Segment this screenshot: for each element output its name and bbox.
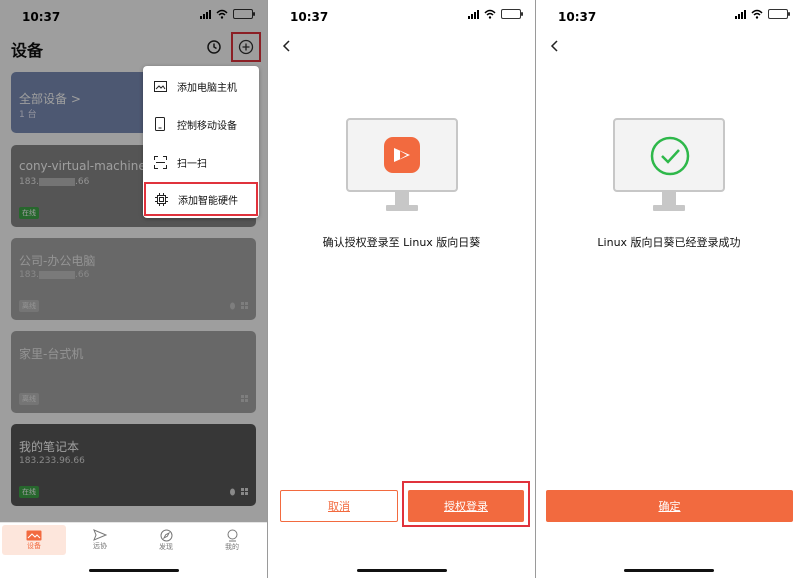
confirm-message: 确认授权登录至 Linux 版向日葵: [322, 236, 481, 249]
wifi-icon: [484, 9, 496, 19]
chip-icon: [154, 192, 168, 206]
sunlogin-logo: [384, 137, 420, 173]
back-chevron-icon[interactable]: [280, 39, 294, 53]
menu-item-scan[interactable]: 扫一扫: [143, 143, 259, 181]
compass-icon: [160, 529, 172, 541]
status-time: 10:37: [290, 10, 329, 24]
battery-icon: [501, 9, 523, 19]
phone-icon: [155, 117, 165, 131]
devices-screen: 10:37 设备 全部设备 > 1 台 cony-virtual-machine…: [0, 0, 267, 578]
devices-icon: [26, 530, 42, 540]
menu-item-label: 添加电脑主机: [177, 82, 237, 94]
send-icon: [93, 529, 107, 541]
scan-icon: [153, 155, 167, 169]
tab-label: 设备: [27, 541, 41, 550]
status-bar: 10:37: [536, 0, 802, 30]
tab-discover[interactable]: 发现: [134, 525, 198, 555]
tab-label: 远协: [93, 542, 107, 550]
signal-icon: [468, 9, 479, 19]
home-indicator: [624, 569, 714, 572]
wifi-icon: [751, 9, 763, 19]
status-bar: 10:37: [268, 0, 535, 30]
menu-item-label: 添加智能硬件: [178, 195, 238, 207]
tab-devices[interactable]: 设备: [2, 525, 66, 555]
screenshot-composite: 10:37 设备 全部设备 > 1 台 cony-virtual-machine…: [0, 0, 802, 578]
login-success-screen: 10:37 Linux 版向日葵已经登录成功 确定: [535, 0, 802, 578]
cancel-button[interactable]: 取消: [280, 490, 398, 522]
status-icons: [468, 9, 523, 19]
ok-button[interactable]: 确定: [546, 490, 793, 522]
tab-remote[interactable]: 远协: [68, 525, 132, 555]
image-icon: [153, 80, 167, 92]
authorize-login-button[interactable]: 授权登录: [408, 490, 524, 522]
tab-label: 发现: [159, 542, 173, 551]
home-indicator: [356, 569, 447, 572]
success-message: Linux 版向日葵已经登录成功: [597, 236, 741, 249]
profile-icon: [227, 529, 237, 541]
status-time: 10:37: [558, 10, 597, 24]
tab-profile[interactable]: 我的: [200, 525, 264, 555]
back-chevron-icon[interactable]: [548, 39, 562, 53]
battery-icon: [768, 9, 790, 19]
add-menu: 添加电脑主机 控制移动设备 扫一扫 添加智能硬件: [143, 66, 259, 218]
tab-bar: 设备 远协 发现 我的: [0, 522, 267, 578]
menu-item-add-hardware[interactable]: 添加智能硬件: [144, 182, 258, 216]
status-icons: [735, 9, 790, 19]
signal-icon: [735, 9, 746, 19]
monitor-illustration: [346, 118, 458, 192]
confirm-login-screen: 10:37 确认授权登录至 Linux 版向日葵 取消 授权登录: [267, 0, 535, 578]
menu-item-label: 控制移动设备: [177, 120, 237, 132]
home-indicator: [88, 569, 179, 572]
menu-item-control-mobile[interactable]: 控制移动设备: [143, 105, 259, 143]
tab-label: 我的: [225, 542, 239, 551]
check-circle-icon: [650, 136, 690, 176]
menu-item-label: 扫一扫: [177, 158, 207, 170]
monitor-illustration: [613, 118, 725, 192]
menu-item-add-computer[interactable]: 添加电脑主机: [143, 67, 259, 105]
